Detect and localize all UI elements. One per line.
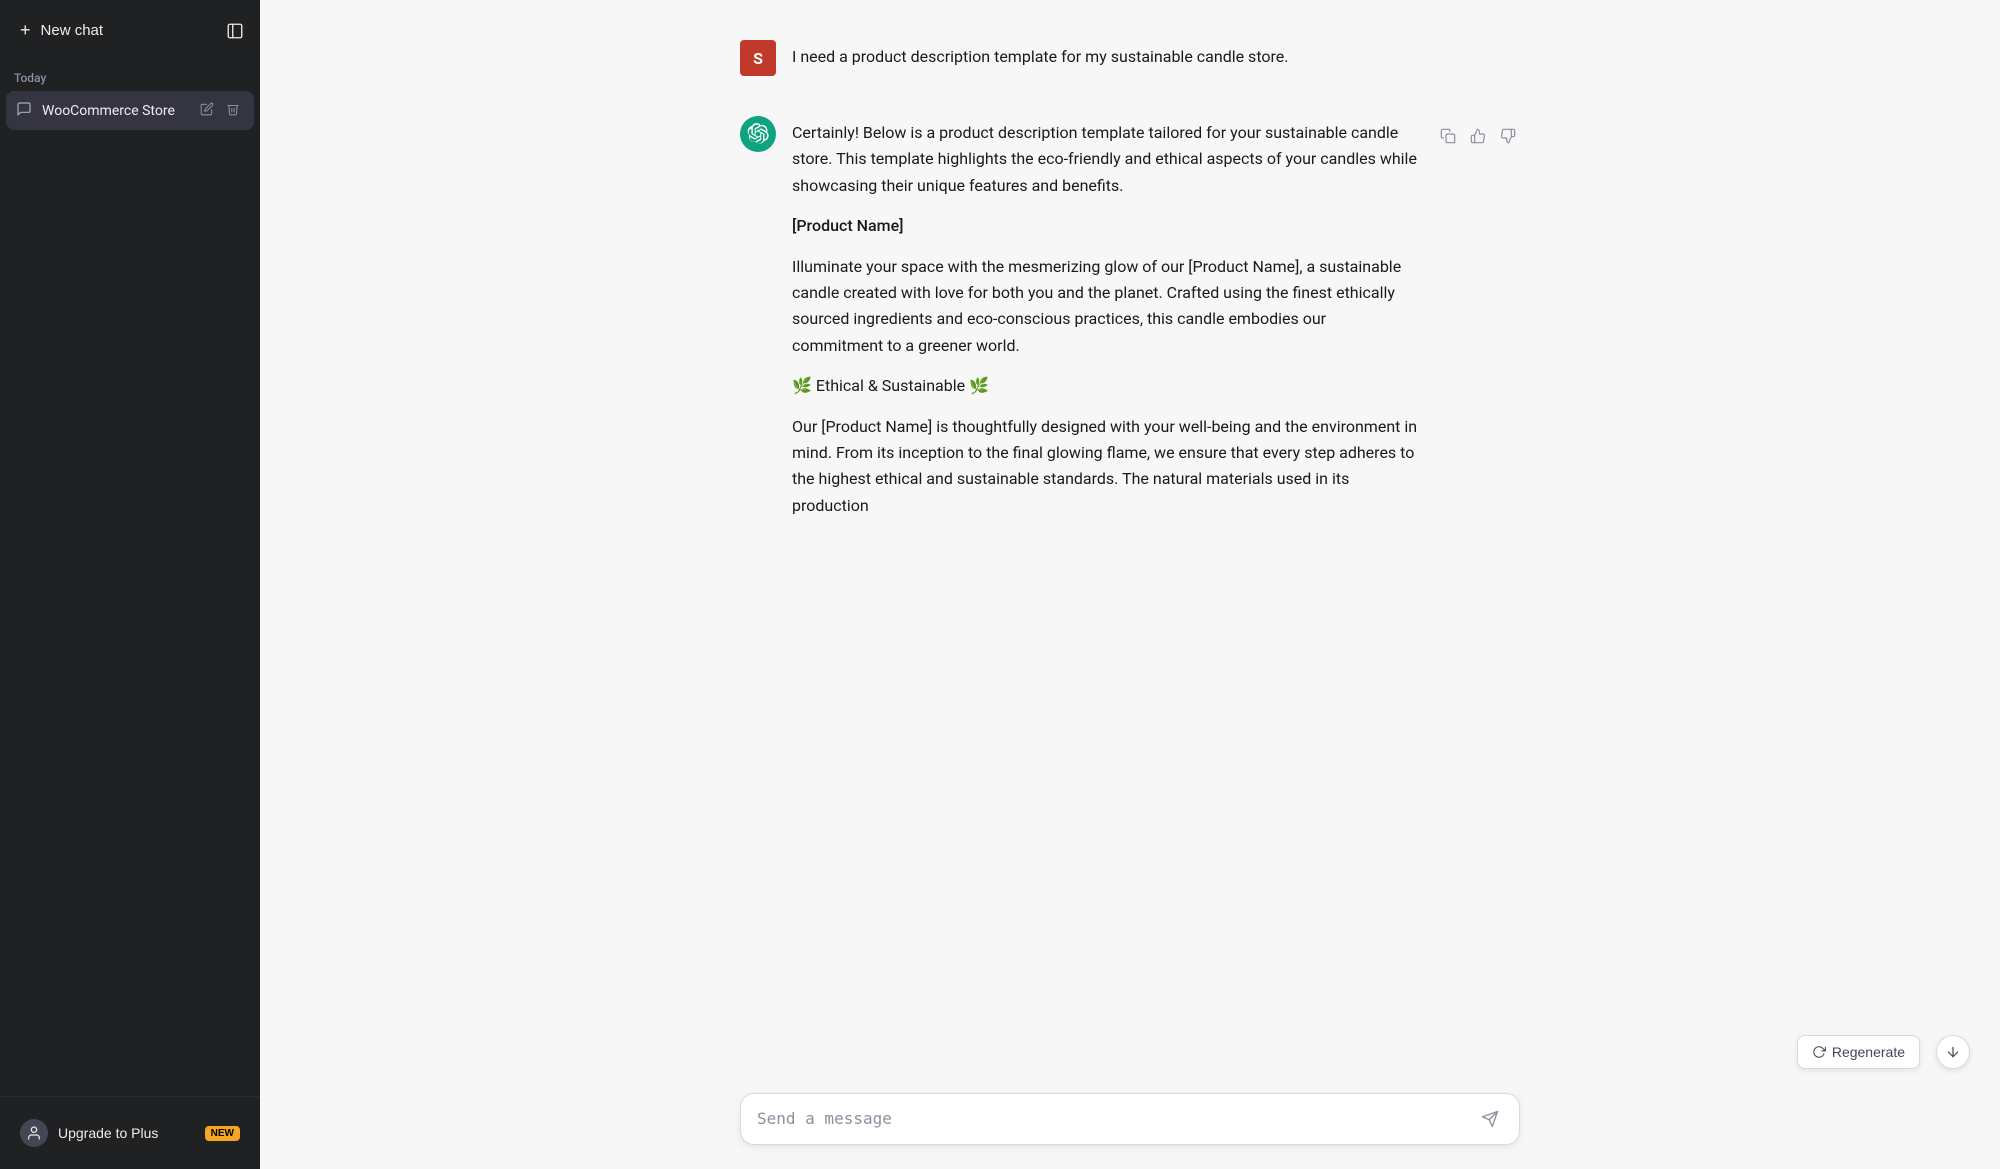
assistant-message-content: Certainly! Below is a product descriptio… [792,116,1420,519]
sidebar: + New chat Today WooCommerce Store [0,0,260,1169]
edit-chat-button[interactable] [196,100,218,121]
assistant-message: Certainly! Below is a product descriptio… [700,96,1560,539]
delete-chat-button[interactable] [222,100,244,121]
user-message-content: I need a product description template fo… [792,40,1520,76]
chat-item-actions [196,100,244,121]
new-badge: NEW [205,1126,240,1141]
assistant-message-actions [1436,116,1520,519]
plus-icon: + [20,20,31,41]
sidebar-header: + New chat [0,0,260,61]
new-chat-button[interactable]: + New chat [8,10,210,51]
chat-icon [16,101,32,121]
chat-item-title: WooCommerce Store [42,103,186,119]
upgrade-label: Upgrade to Plus [58,1125,158,1141]
openai-icon [747,123,769,145]
upgrade-button[interactable]: Upgrade to Plus NEW [8,1109,252,1157]
assistant-avatar [740,116,776,152]
thumbdown-button[interactable] [1496,124,1520,152]
send-button[interactable] [1477,1106,1503,1132]
sidebar-toggle-button[interactable] [218,14,252,48]
scroll-bottom-button[interactable] [1936,1035,1970,1069]
main-chat-area: S I need a product description template … [260,0,2000,1169]
input-area [260,1077,2000,1169]
user-avatar: S [740,40,776,76]
regenerate-button[interactable]: Regenerate [1797,1035,1920,1069]
chat-list: WooCommerce Store [0,91,260,1096]
chat-item-woocommerce[interactable]: WooCommerce Store [6,91,254,130]
refresh-icon [1812,1045,1826,1059]
section-today-label: Today [0,61,260,91]
user-avatar [20,1119,48,1147]
layout-icon [226,22,244,40]
arrow-down-icon [1945,1044,1961,1060]
new-chat-label: New chat [41,22,104,39]
copy-icon [1440,128,1456,144]
regenerate-label: Regenerate [1832,1044,1905,1060]
message-input[interactable] [757,1107,1477,1131]
thumbdown-icon [1500,128,1516,144]
user-message: S I need a product description template … [700,20,1560,96]
thumbup-button[interactable] [1466,124,1490,152]
copy-button[interactable] [1436,124,1460,152]
input-wrapper [740,1093,1520,1145]
sidebar-bottom: Upgrade to Plus NEW [0,1096,260,1169]
chat-messages: S I need a product description template … [260,0,2000,1169]
thumbup-icon [1470,128,1486,144]
send-icon [1481,1110,1499,1128]
